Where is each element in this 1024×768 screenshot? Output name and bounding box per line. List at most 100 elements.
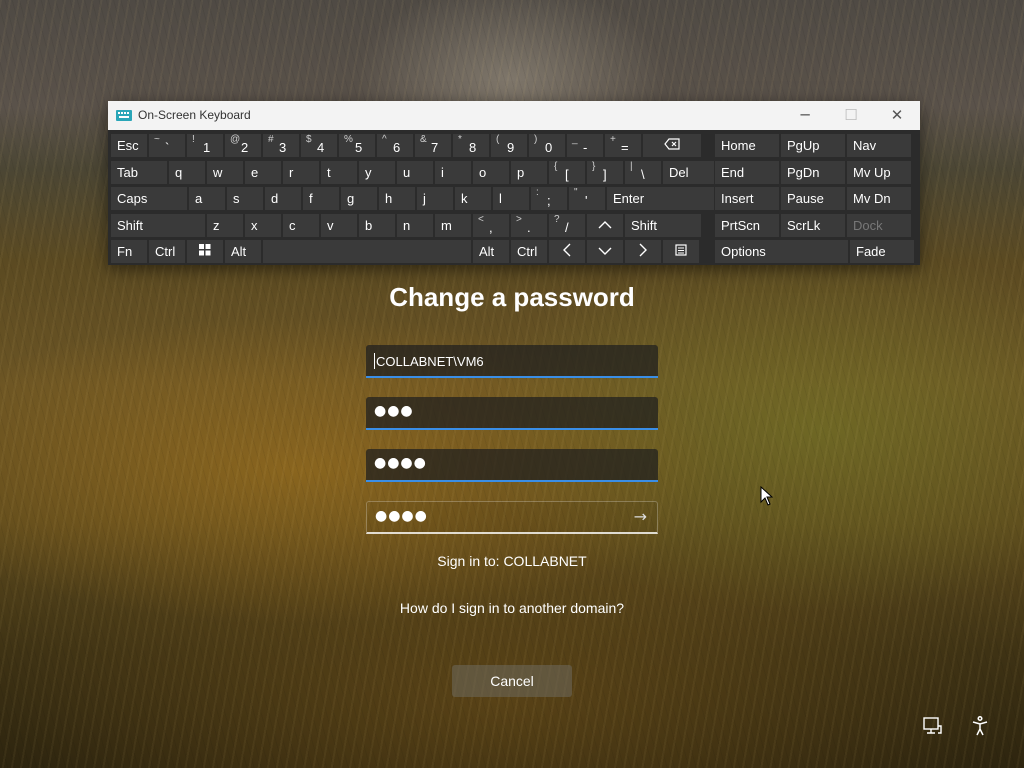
windows-key[interactable] bbox=[186, 239, 224, 264]
--key[interactable]: >. bbox=[510, 213, 548, 238]
o-key[interactable]: o bbox=[472, 160, 510, 185]
submit-arrow-button[interactable]: → bbox=[634, 507, 647, 526]
left-key[interactable] bbox=[548, 239, 586, 264]
--key[interactable]: :; bbox=[530, 186, 568, 211]
prtscn-key[interactable]: PrtScn bbox=[714, 213, 780, 238]
on-screen-keyboard-window[interactable]: On-Screen Keyboard ─ ☐ ✕ Esc ~ `! 1 @2 #3 $4% 5… bbox=[108, 101, 920, 265]
--key[interactable]: + = bbox=[604, 133, 642, 158]
--key[interactable]: {[ bbox=[548, 160, 586, 185]
key-shift-label: $ bbox=[306, 134, 312, 145]
nav-key[interactable]: Nav bbox=[846, 133, 912, 158]
s-key[interactable]: s bbox=[226, 186, 264, 211]
--key[interactable]: _ - bbox=[566, 133, 604, 158]
down-key[interactable] bbox=[586, 239, 624, 264]
e-key[interactable]: e bbox=[244, 160, 282, 185]
x-key[interactable]: x bbox=[244, 213, 282, 238]
m-key[interactable]: m bbox=[434, 213, 472, 238]
a-key[interactable]: a bbox=[188, 186, 226, 211]
k-key[interactable]: k bbox=[454, 186, 492, 211]
5-key[interactable]: % 5 bbox=[338, 133, 376, 158]
home-key[interactable]: Home bbox=[714, 133, 780, 158]
8-key[interactable]: * 8 bbox=[452, 133, 490, 158]
alt-key[interactable]: Alt bbox=[472, 239, 510, 264]
3-key[interactable]: #3 bbox=[262, 133, 300, 158]
new-password-field[interactable]: ●●●● bbox=[366, 449, 658, 482]
d-key[interactable]: d bbox=[264, 186, 302, 211]
key-label: Alt bbox=[479, 244, 495, 259]
--key[interactable]: }] bbox=[586, 160, 624, 185]
pgup-key[interactable]: PgUp bbox=[780, 133, 846, 158]
end-key[interactable]: End bbox=[714, 160, 780, 185]
ctrl-key[interactable]: Ctrl bbox=[510, 239, 548, 264]
y-key[interactable]: y bbox=[358, 160, 396, 185]
v-key[interactable]: v bbox=[320, 213, 358, 238]
ctrl-key[interactable]: Ctrl bbox=[148, 239, 186, 264]
dock-key[interactable]: Dock bbox=[846, 213, 912, 238]
b-key[interactable]: b bbox=[358, 213, 396, 238]
confirm-password-field[interactable]: ●●●● → bbox=[366, 501, 658, 534]
esc-key[interactable]: Esc bbox=[110, 133, 148, 158]
fade-key[interactable]: Fade bbox=[849, 239, 915, 264]
maximize-button[interactable]: ☐ bbox=[828, 101, 874, 130]
r-key[interactable]: r bbox=[282, 160, 320, 185]
--key[interactable]: " ' bbox=[568, 186, 606, 211]
key-label: 1 bbox=[203, 140, 211, 155]
network-icon[interactable] bbox=[920, 714, 944, 738]
space-key[interactable] bbox=[262, 239, 472, 264]
shift-key[interactable]: Shift bbox=[624, 213, 702, 238]
i-key[interactable]: i bbox=[434, 160, 472, 185]
scrlk-key[interactable]: ScrLk bbox=[780, 213, 846, 238]
7-key[interactable]: & 7 bbox=[414, 133, 452, 158]
2-key[interactable]: @2 bbox=[224, 133, 262, 158]
minimize-button[interactable]: ─ bbox=[782, 101, 828, 130]
menu-key[interactable] bbox=[662, 239, 700, 264]
caps-key[interactable]: Caps bbox=[110, 186, 188, 211]
6-key[interactable]: ^ 6 bbox=[376, 133, 414, 158]
mv-dn-key[interactable]: Mv Dn bbox=[846, 186, 912, 211]
c-key[interactable]: c bbox=[282, 213, 320, 238]
pause-key[interactable]: Pause bbox=[780, 186, 846, 211]
1-key[interactable]: ! 1 bbox=[186, 133, 224, 158]
f-key[interactable]: f bbox=[302, 186, 340, 211]
del-key[interactable]: Del bbox=[662, 160, 720, 185]
tab-key[interactable]: Tab bbox=[110, 160, 168, 185]
mv-up-key[interactable]: Mv Up bbox=[846, 160, 912, 185]
--key[interactable]: <, bbox=[472, 213, 510, 238]
pgdn-key[interactable]: PgDn bbox=[780, 160, 846, 185]
g-key[interactable]: g bbox=[340, 186, 378, 211]
--key[interactable]: ? / bbox=[548, 213, 586, 238]
backspace-key[interactable] bbox=[642, 133, 702, 158]
9-key[interactable]: (9 bbox=[490, 133, 528, 158]
p-key[interactable]: p bbox=[510, 160, 548, 185]
close-button[interactable]: ✕ bbox=[874, 101, 920, 130]
key-shift-label: % bbox=[344, 134, 353, 145]
shift-key[interactable]: Shift bbox=[110, 213, 206, 238]
fn-key[interactable]: Fn bbox=[110, 239, 148, 264]
--key[interactable]: ~ ` bbox=[148, 133, 186, 158]
username-field[interactable]: COLLABNET\VM6 bbox=[366, 345, 658, 378]
w-key[interactable]: w bbox=[206, 160, 244, 185]
h-key[interactable]: h bbox=[378, 186, 416, 211]
alt-key[interactable]: Alt bbox=[224, 239, 262, 264]
insert-key[interactable]: Insert bbox=[714, 186, 780, 211]
options-key[interactable]: Options bbox=[714, 239, 849, 264]
other-domain-link[interactable]: How do I sign in to another domain? bbox=[0, 600, 1024, 616]
0-key[interactable]: ) 0 bbox=[528, 133, 566, 158]
j-key[interactable]: j bbox=[416, 186, 454, 211]
osk-title-bar[interactable]: On-Screen Keyboard ─ ☐ ✕ bbox=[108, 101, 920, 130]
key-label: Mv Up bbox=[853, 165, 891, 180]
u-key[interactable]: u bbox=[396, 160, 434, 185]
z-key[interactable]: z bbox=[206, 213, 244, 238]
up-key[interactable] bbox=[586, 213, 624, 238]
l-key[interactable]: l bbox=[492, 186, 530, 211]
cancel-button[interactable]: Cancel bbox=[452, 665, 572, 697]
n-key[interactable]: n bbox=[396, 213, 434, 238]
q-key[interactable]: q bbox=[168, 160, 206, 185]
4-key[interactable]: $4 bbox=[300, 133, 338, 158]
accessibility-icon[interactable] bbox=[968, 714, 992, 738]
key-label: Esc bbox=[117, 138, 139, 153]
old-password-field[interactable]: ●●● bbox=[366, 397, 658, 430]
--key[interactable]: | \ bbox=[624, 160, 662, 185]
right-key[interactable] bbox=[624, 239, 662, 264]
t-key[interactable]: t bbox=[320, 160, 358, 185]
